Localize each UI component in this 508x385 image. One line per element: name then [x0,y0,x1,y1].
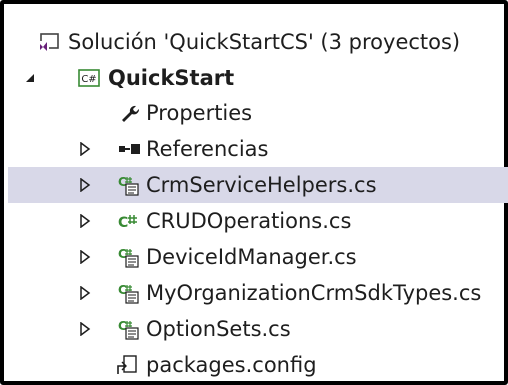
tree-item-packages-config[interactable]: packages.config [8,347,508,383]
csharp-project-icon: C# [78,67,100,89]
tree-item-label: MyOrganizationCrmSdkTypes.cs [146,281,482,305]
csharp-generated-file-icon: C [118,174,140,196]
tree-item-properties[interactable]: Properties [8,95,508,131]
solution-label: Solución 'QuickStartCS' (3 proyectos) [68,30,461,54]
expand-arrow-icon[interactable] [78,286,92,300]
csharp-generated-file-icon: C [118,318,140,340]
tree-item-label: packages.config [146,353,317,377]
expand-arrow-icon[interactable] [78,142,92,156]
csharp-generated-file-icon: C [118,282,140,304]
config-file-icon [116,354,138,376]
project-label: QuickStart [108,66,235,90]
tree-item-optionsets[interactable]: C OptionSets.cs [8,311,508,347]
tree-item-myorganizationcrmsdktypes[interactable]: C MyOrganizationCrmSdkTypes.cs [8,275,508,311]
wrench-icon [118,102,140,124]
solution-explorer-panel: Solución 'QuickStartCS' (3 proyectos) C#… [0,0,508,385]
csharp-generated-file-icon: C [118,246,140,268]
csharp-file-icon: C [118,210,140,232]
tree-item-label: CrmServiceHelpers.cs [146,173,377,197]
tree-item-label: DeviceIdManager.cs [146,245,357,269]
expand-arrow-icon[interactable] [78,214,92,228]
svg-text:C#: C# [81,74,96,85]
references-icon [118,138,140,160]
tree-item-references[interactable]: Referencias [8,131,508,167]
tree-item-crudoperations[interactable]: C CRUDOperations.cs [8,203,508,239]
expand-arrow-icon[interactable] [78,178,92,192]
expand-arrow-icon[interactable] [78,322,92,336]
tree-item-label: OptionSets.cs [146,317,291,341]
tree-item-solution[interactable]: Solución 'QuickStartCS' (3 proyectos) [8,24,508,60]
solution-icon [38,31,60,53]
tree-item-label: CRUDOperations.cs [146,209,352,233]
expand-arrow-icon[interactable] [78,250,92,264]
tree-item-crmservicehelpers[interactable]: C CrmServiceHelpers.cs [8,167,508,203]
svg-text:C: C [118,215,128,231]
tree-item-deviceidmanager[interactable]: C DeviceIdManager.cs [8,239,508,275]
tree-item-project[interactable]: C# QuickStart [8,60,508,96]
tree-item-label: Properties [146,101,253,125]
collapse-arrow-icon[interactable] [23,71,37,85]
tree-item-label: Referencias [146,137,269,161]
